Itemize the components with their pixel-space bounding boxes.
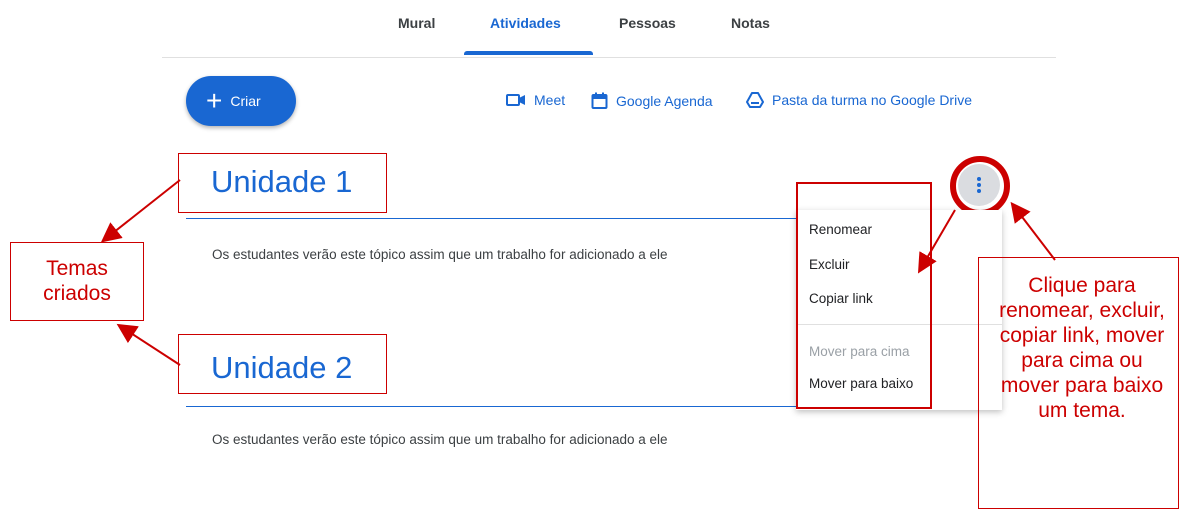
annotation-arrows [100,179,1056,366]
